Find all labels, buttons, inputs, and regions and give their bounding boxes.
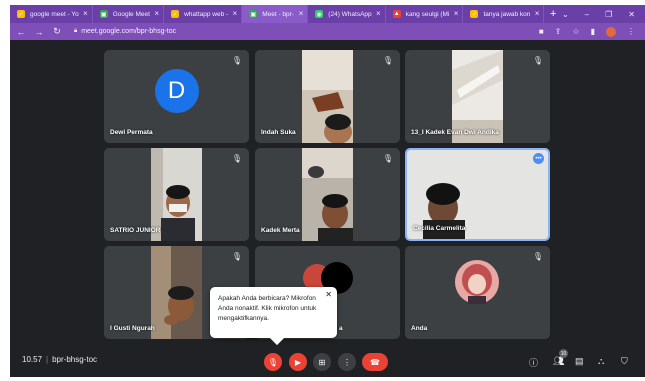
separator: | — [46, 355, 49, 364]
profile-avatar[interactable] — [606, 26, 616, 37]
meeting-info: 10.57 | bpr-bhsg-toc — [22, 355, 97, 364]
browser-tab[interactable]: ▣ Google Meet × — [93, 5, 165, 23]
meet-stage: D 🎙︎ Dewi Permata 🎙︎ Indah Suka 🎙︎ 13_I … — [10, 40, 645, 377]
sidepanel-icon[interactable]: ▮ — [591, 27, 595, 36]
participant-name: Cecilia Carmelita — [413, 225, 466, 232]
close-tab-icon[interactable]: × — [535, 9, 540, 18]
browser-tab[interactable]: ◉ (24) WhatsApp × — [308, 5, 386, 23]
tab-favicon: ✓ — [17, 10, 25, 18]
tab-favicon: ▣ — [249, 10, 258, 18]
avatar: D — [154, 68, 199, 113]
meeting-code: bpr-bhsg-toc — [52, 355, 98, 364]
more-options-icon[interactable]: ••• — [533, 153, 544, 164]
chat-icon[interactable]: ▤ — [575, 356, 584, 367]
participant-name: Dewi Permata — [110, 129, 153, 136]
mic-off-icon: 🎙︎ — [231, 252, 242, 261]
close-tab-icon[interactable]: × — [83, 9, 88, 18]
reload-icon[interactable]: ↻ — [50, 26, 64, 37]
host-controls-icon[interactable]: ⛉ — [621, 356, 628, 367]
leave-call-button[interactable]: ☎ — [362, 353, 388, 371]
browser-tab[interactable]: ▲ kang seulgi (Mi × — [386, 5, 464, 23]
mic-off-icon: 🎙︎ — [231, 154, 242, 163]
participant-tile-self[interactable]: 🎙︎ Anda — [405, 246, 550, 339]
camera-toggle-button[interactable]: ▶︎ — [289, 353, 307, 371]
tab-label: (24) WhatsApp — [328, 10, 372, 18]
tooltip-text: Apakah Anda berbicara? Mikrofon Anda non… — [218, 295, 317, 322]
close-tab-icon[interactable]: × — [299, 9, 304, 18]
participant-tile[interactable]: 🎙︎ Indah Suka — [255, 50, 400, 143]
participant-video — [302, 50, 353, 143]
mic-toggle-button[interactable]: 🎙︎ — [264, 353, 282, 371]
tab-label: whattapp web - — [184, 10, 229, 18]
tab-label: google meet - Yo — [30, 10, 79, 18]
tab-label: Meet - bpr- — [262, 10, 294, 18]
browser-tab[interactable]: ✓ tanya jawab kon × — [463, 5, 545, 23]
chevron-down-icon[interactable]: ⌄ — [562, 10, 569, 19]
forward-icon[interactable]: → — [32, 27, 46, 37]
tab-favicon: ✓ — [171, 10, 180, 18]
minimize-icon[interactable]: – — [585, 10, 589, 19]
info-icon[interactable]: ⓘ — [529, 356, 538, 369]
participant-tile[interactable]: 🎙︎ Kadek Merta — [255, 148, 400, 241]
present-button[interactable]: ⊞ — [313, 353, 331, 371]
window-controls: ⌄ – ❐ ✕ — [562, 5, 645, 23]
star-icon[interactable]: ☆ — [572, 27, 579, 36]
close-window-icon[interactable]: ✕ — [628, 10, 635, 19]
tab-favicon: ▲ — [392, 10, 401, 18]
participant-name: Kadek Merta — [261, 227, 300, 234]
meet-control-bar: 10.57 | bpr-bhsg-toc 🎙︎ ▶︎ ⊞ ⋮ ☎ ⓘ 👥︎ 10 ▤… — [10, 345, 645, 377]
mic-muted-tooltip: Apakah Anda berbicara? Mikrofon Anda non… — [210, 287, 337, 346]
mic-off-icon: 🎙︎ — [532, 252, 543, 261]
close-icon[interactable]: ✕ — [325, 290, 332, 300]
back-icon[interactable]: ← — [14, 27, 28, 37]
close-tab-icon[interactable]: × — [233, 9, 238, 18]
address-bar: ← → ↻ 🔒︎ meet.google.com/bpr-bhsg-toc ■ … — [10, 23, 645, 40]
close-tab-icon[interactable]: × — [154, 9, 159, 18]
share-icon[interactable]: ⇪ — [555, 27, 562, 36]
more-options-button[interactable]: ⋮ — [338, 353, 356, 371]
camera-icon[interactable]: ■ — [539, 27, 544, 36]
mic-off-icon: 🎙︎ — [532, 56, 543, 65]
participant-name: Anda — [411, 325, 428, 332]
mic-off-icon: 🎙︎ — [231, 56, 242, 65]
url-text: meet.google.com/bpr-bhsg-toc — [81, 28, 177, 35]
activities-icon[interactable]: ⛬ — [598, 356, 604, 367]
participant-tile[interactable]: D 🎙︎ Dewi Permata — [104, 50, 249, 143]
tab-favicon: ◉ — [315, 10, 324, 18]
tab-favicon: ▣ — [99, 10, 108, 18]
participant-name: SATRIO JUNIOR — [110, 227, 161, 234]
browser-tab[interactable]: ✓ whattapp web - × — [164, 5, 243, 23]
browser-tab[interactable]: ✓ google meet - Yo × — [10, 5, 93, 23]
browser-tab-bar: ✓ google meet - Yo × ▣ Google Meet × ✓ whatta… — [10, 5, 645, 23]
tooltip-arrow — [269, 330, 285, 346]
tab-favicon: ✓ — [470, 10, 479, 18]
tab-label: kang seulgi (Mi — [405, 10, 450, 18]
participant-name: I Gusti Ngurah — [110, 325, 155, 332]
participant-name: 13_I Kadek Evan Dwi Andika — [411, 129, 499, 136]
participant-tile[interactable]: 🎙︎ SATRIO JUNIOR — [104, 148, 249, 241]
participant-tile[interactable]: 🎙︎ 13_I Kadek Evan Dwi Andika — [405, 50, 550, 143]
close-tab-icon[interactable]: × — [376, 9, 381, 18]
people-count-badge: 10 — [559, 349, 568, 358]
participant-name: Indah Suka — [261, 129, 296, 136]
menu-dots-icon[interactable]: ⋮ — [627, 27, 635, 36]
participant-video — [151, 246, 202, 339]
mic-off-icon: 🎙︎ — [382, 56, 393, 65]
lock-icon: 🔒︎ — [74, 28, 78, 34]
meeting-time: 10.57 — [22, 355, 43, 364]
participant-video — [302, 148, 353, 241]
close-tab-icon[interactable]: × — [454, 9, 459, 18]
participant-tile-active[interactable]: ••• Cecilia Carmelita — [405, 148, 550, 241]
restore-icon[interactable]: ❐ — [605, 10, 612, 19]
self-avatar — [455, 260, 499, 304]
mic-off-icon: 🎙︎ — [382, 154, 393, 163]
url-field[interactable]: 🔒︎ meet.google.com/bpr-bhsg-toc — [74, 28, 176, 35]
toolbar-icons: ■ ⇪ ☆ ▮ ⋮ — [539, 26, 645, 37]
tab-label: Google Meet — [112, 10, 150, 18]
browser-tab-active[interactable]: ▣ Meet - bpr- × — [242, 5, 309, 23]
participant-name-suffix: a — [339, 325, 343, 332]
tab-label: tanya jawab kon — [483, 10, 531, 18]
new-tab-button[interactable]: + — [544, 5, 562, 23]
